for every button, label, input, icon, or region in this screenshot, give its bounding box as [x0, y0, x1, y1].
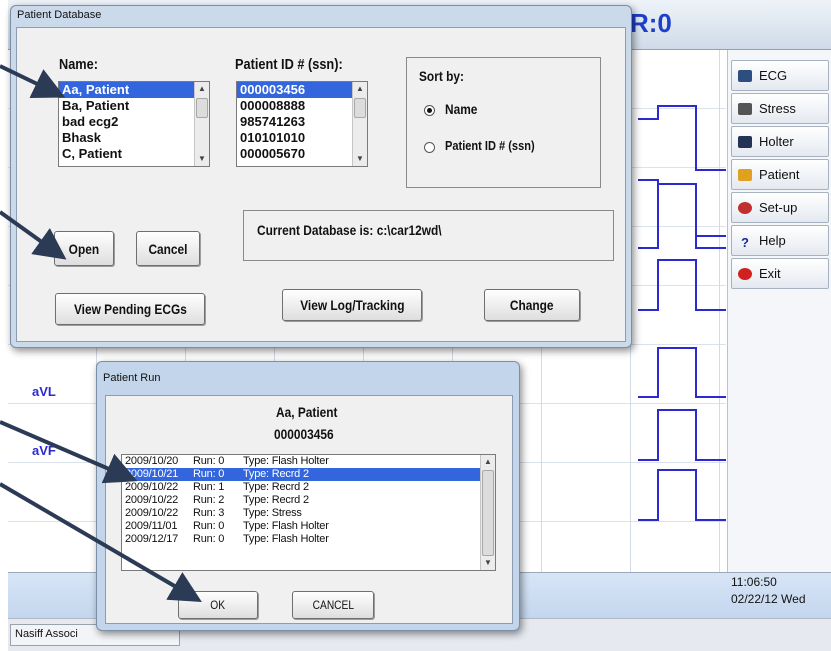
- annotation-arrows: [0, 64, 202, 603]
- arrow-to-selected-run: [0, 420, 138, 484]
- arrow-to-name-list: [0, 64, 66, 98]
- arrow-to-ok-button: [0, 482, 202, 603]
- arrow-to-open-button: [0, 210, 67, 260]
